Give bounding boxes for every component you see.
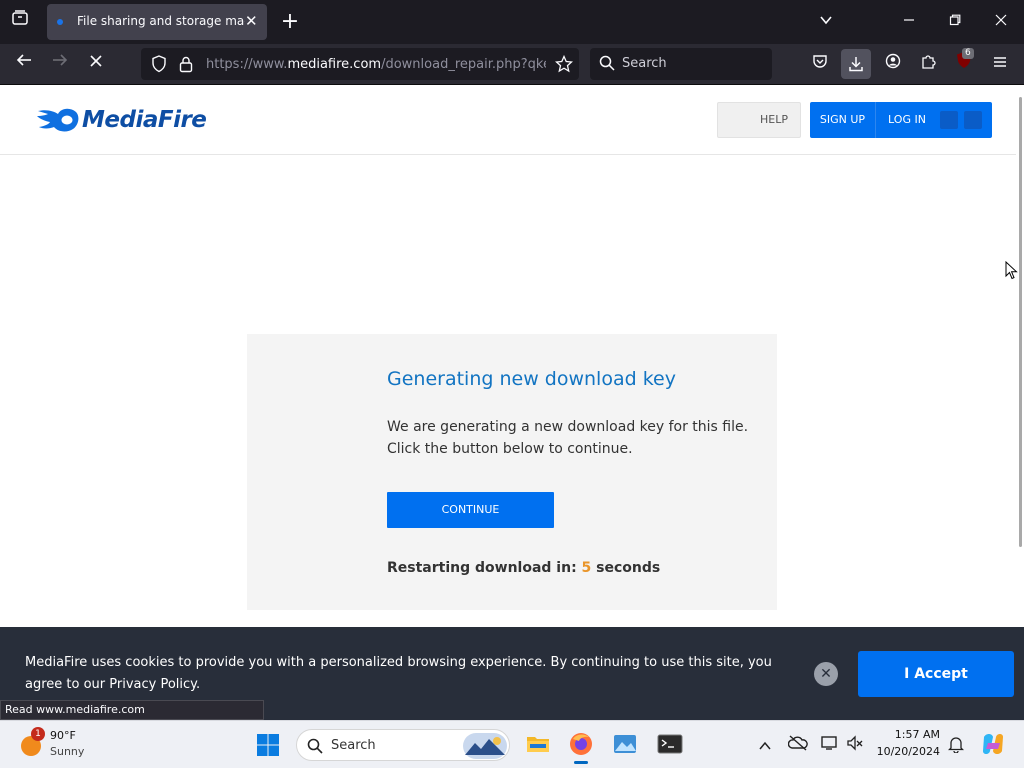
extensions-puzzle-icon[interactable]: [914, 50, 942, 78]
continue-button[interactable]: CONTINUE: [387, 492, 554, 528]
browser-status-bar: Read www.mediafire.com: [0, 700, 264, 720]
search-placeholder: Search: [622, 56, 667, 71]
browser-tab-bar: File sharing and storage made s ✕ +: [0, 0, 1024, 44]
forward-arrow-icon: [46, 50, 74, 78]
help-button[interactable]: HELP: [717, 102, 801, 138]
download-key-card: Generating new download key We are gener…: [247, 334, 777, 610]
onedrive-offline-icon[interactable]: [787, 735, 808, 755]
account-icon[interactable]: [879, 50, 907, 78]
address-bar[interactable]: https://www.mediafire.com/download_repai…: [141, 48, 579, 80]
tracking-shield-icon[interactable]: [151, 55, 167, 77]
sign-up-button[interactable]: SIGN UP: [810, 102, 876, 138]
restart-countdown: Restarting download in: 5 seconds: [387, 560, 660, 576]
url-prefix: https://www.: [206, 57, 288, 72]
auth-button-group: SIGN UP LOG IN: [810, 102, 992, 138]
restart-suffix: seconds: [591, 560, 661, 576]
card-description: We are generating a new download key for…: [387, 419, 749, 435]
browser-search-bar[interactable]: Search: [590, 48, 772, 80]
cookie-close-button[interactable]: ✕: [814, 662, 838, 686]
minimize-window-icon[interactable]: [895, 7, 923, 35]
url-text[interactable]: https://www.mediafire.com/download_repai…: [206, 57, 546, 72]
restore-window-icon[interactable]: [941, 7, 969, 35]
url-path: /download_repair.php?qkey=: [381, 57, 546, 72]
logo-text: MediaFire: [82, 107, 207, 133]
cookie-message: MediaFire uses cookies to provide you wi…: [25, 655, 772, 670]
show-hidden-icons-chevron-icon[interactable]: [758, 737, 772, 756]
lock-icon[interactable]: [179, 55, 193, 77]
countdown-seconds: 5: [581, 560, 592, 576]
tab-close-icon[interactable]: ✕: [245, 12, 258, 30]
restart-prefix: Restarting download in:: [387, 560, 582, 576]
search-icon: [307, 738, 323, 754]
ublock-badge: 6: [962, 48, 974, 59]
clock-date: 10/20/2024: [876, 745, 940, 758]
new-tab-button[interactable]: +: [276, 8, 304, 36]
windows-logo-icon: [257, 734, 279, 756]
clock[interactable]: 1:57 AM 10/20/2024: [868, 721, 942, 767]
active-app-indicator: [574, 761, 588, 764]
tab-title: File sharing and storage made s: [77, 14, 245, 28]
downloads-icon[interactable]: [841, 49, 871, 79]
stop-loading-icon[interactable]: [82, 50, 110, 78]
taskbar-search[interactable]: Search: [296, 729, 510, 761]
search-icon: [599, 55, 615, 75]
site-header: MediaFire HELP SIGN UP LOG IN: [0, 85, 1016, 155]
social-login-icon[interactable]: [964, 111, 982, 129]
mouse-cursor-icon: [1005, 261, 1018, 280]
accept-cookies-button[interactable]: I Accept: [858, 651, 1014, 697]
pocket-icon[interactable]: [806, 50, 834, 78]
windows-taskbar: 1 90°F Sunny Search 1:57 AM 10/20/2024: [0, 720, 1024, 768]
clock-time: 1:57 AM: [894, 728, 940, 741]
scrollbar-thumb[interactable]: [1019, 97, 1022, 547]
web-page: MediaFire HELP SIGN UP LOG IN Generating…: [0, 85, 1024, 720]
weather-alert-badge: 1: [31, 727, 45, 741]
notifications-bell-icon[interactable]: [947, 735, 965, 757]
url-domain: mediafire.com: [287, 57, 382, 72]
browser-nav-bar: https://www.mediafire.com/download_repai…: [0, 44, 1024, 85]
mediafire-flame-icon: [37, 108, 79, 132]
bookmark-star-icon[interactable]: [554, 54, 574, 77]
log-in-button[interactable]: LOG IN: [876, 102, 938, 138]
tab-list-icon[interactable]: [6, 8, 34, 36]
tab-favicon-icon: [57, 19, 63, 25]
app-menu-hamburger-icon[interactable]: [986, 50, 1014, 78]
mediafire-logo[interactable]: MediaFire: [36, 103, 216, 137]
volume-muted-icon[interactable]: [846, 735, 864, 755]
back-arrow-icon[interactable]: [10, 50, 38, 78]
tab-overflow-chevron-icon[interactable]: [812, 8, 840, 36]
ublock-origin-icon[interactable]: 6: [950, 48, 978, 78]
weather-condition: Sunny: [50, 745, 85, 758]
network-icon[interactable]: [820, 735, 840, 755]
card-title: Generating new download key: [387, 368, 676, 390]
card-description: Click the button below to continue.: [387, 441, 633, 457]
social-login-icon[interactable]: [940, 111, 958, 129]
file-explorer-icon[interactable]: [525, 731, 551, 757]
active-tab[interactable]: File sharing and storage made s ✕: [47, 4, 267, 40]
start-button[interactable]: [256, 733, 282, 759]
copilot-icon[interactable]: [980, 731, 1006, 761]
terminal-icon[interactable]: [657, 731, 683, 757]
cookie-message: agree to our Privacy Policy.: [25, 677, 201, 692]
taskbar-search-label: Search: [331, 738, 376, 753]
close-window-icon[interactable]: [987, 7, 1015, 35]
page-scrollbar[interactable]: [1016, 85, 1024, 720]
search-highlight-icon: [463, 733, 507, 759]
weather-temperature: 90°F: [50, 729, 76, 742]
photos-app-icon[interactable]: [612, 731, 638, 757]
firefox-icon[interactable]: [568, 731, 594, 764]
